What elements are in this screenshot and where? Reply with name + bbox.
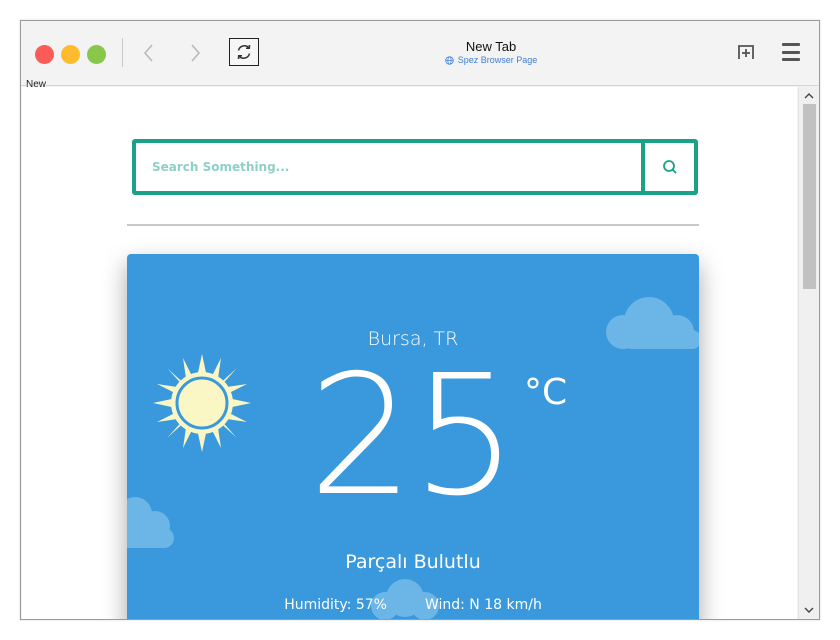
search-icon: [662, 160, 677, 174]
weather-card: Bursa, TR 25 °C Parçalı Bulutlu Humidity…: [127, 254, 699, 619]
tab-subtitle-text: Spez Browser Page: [457, 55, 538, 65]
close-window-button[interactable]: [35, 45, 54, 64]
weather-wind: Wind: N 18 km/h: [424, 597, 542, 613]
new-tab-button[interactable]: [734, 40, 758, 64]
search-bar: [132, 139, 698, 195]
tab-title: New Tab: [465, 39, 517, 54]
sun-icon: [153, 354, 251, 452]
weather-details: Humidity: 57% Wind: N 18 km/h: [127, 597, 699, 613]
chevron-right-icon: [191, 44, 201, 62]
weather-condition: Parçalı Bulutlu: [345, 551, 481, 573]
page-viewport: Bursa, TR 25 °C Parçalı Bulutlu Humidity…: [22, 87, 797, 619]
back-button[interactable]: [137, 40, 161, 66]
maximize-window-button[interactable]: [87, 45, 106, 64]
search-button[interactable]: [641, 143, 694, 191]
vertical-scrollbar[interactable]: [798, 87, 819, 619]
scroll-up-arrow-icon[interactable]: [799, 88, 819, 104]
separator-line: [127, 224, 699, 226]
globe-icon: [445, 55, 454, 65]
browser-window: New Tab Spez Browser Page New Search Som…: [20, 20, 820, 620]
title-bar: New Tab Spez Browser Page New: [21, 21, 819, 90]
minimize-window-button[interactable]: [61, 45, 80, 64]
weather-temperature: 25: [308, 340, 517, 533]
new-tab-icon: [738, 45, 754, 59]
hamburger-menu-icon[interactable]: [779, 41, 803, 63]
scrollbar-thumb[interactable]: [803, 104, 816, 289]
forward-button[interactable]: [183, 40, 207, 66]
weather-temperature-unit: °C: [524, 372, 568, 413]
weather-humidity: Humidity: 57%: [284, 597, 387, 613]
reload-button[interactable]: [229, 38, 259, 66]
reload-icon: [237, 44, 251, 60]
toolbar-divider: [122, 38, 123, 67]
chevron-left-icon: [143, 44, 153, 62]
scroll-down-arrow-icon[interactable]: [799, 602, 819, 618]
tab-subtitle: Spez Browser Page: [391, 55, 591, 65]
search-input[interactable]: [136, 143, 641, 191]
cloud-icon: [127, 497, 174, 548]
